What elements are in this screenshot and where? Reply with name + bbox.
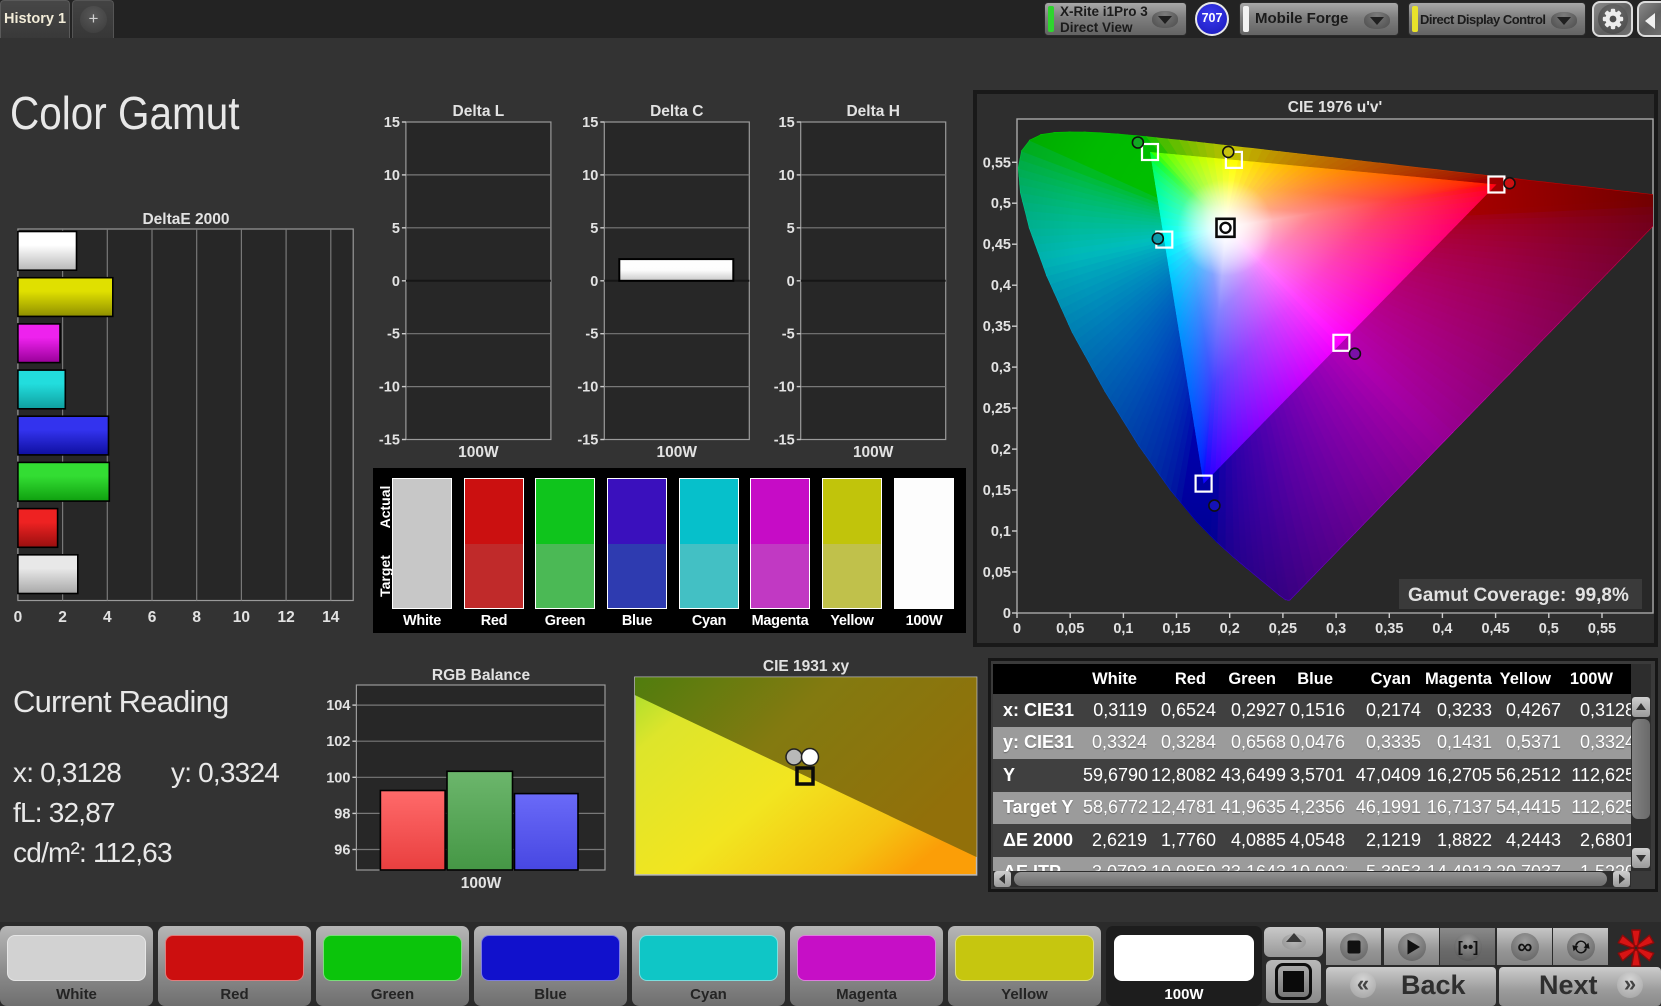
svg-text:-5: -5 xyxy=(782,327,795,343)
svg-text:14: 14 xyxy=(322,609,340,626)
svg-text:104: 104 xyxy=(326,698,350,714)
svg-text:-10: -10 xyxy=(774,380,795,396)
svg-text:-5: -5 xyxy=(585,327,598,343)
svg-text:0: 0 xyxy=(787,274,795,290)
svg-text:10: 10 xyxy=(582,168,598,184)
svg-text:100W: 100W xyxy=(853,444,894,461)
svg-text:[••]: [••] xyxy=(1457,939,1478,956)
svg-text:2: 2 xyxy=(58,609,67,626)
svg-text:5: 5 xyxy=(590,221,598,237)
svg-text:15: 15 xyxy=(582,115,598,131)
svg-text:-10: -10 xyxy=(379,380,400,396)
svg-text:Delta H: Delta H xyxy=(846,103,899,120)
svg-text:10: 10 xyxy=(233,609,250,626)
svg-text:15: 15 xyxy=(779,115,795,131)
svg-text:Delta C: Delta C xyxy=(650,103,703,120)
svg-text:5: 5 xyxy=(787,221,795,237)
svg-text:∞: ∞ xyxy=(1517,935,1532,958)
svg-text:15: 15 xyxy=(384,115,400,131)
svg-text:12: 12 xyxy=(277,609,294,626)
svg-text:Delta L: Delta L xyxy=(453,103,505,120)
svg-text:4: 4 xyxy=(103,609,112,626)
svg-text:-15: -15 xyxy=(774,433,795,449)
svg-text:6: 6 xyxy=(148,609,157,626)
svg-text:98: 98 xyxy=(334,806,350,822)
svg-text:0: 0 xyxy=(392,274,400,290)
svg-text:10: 10 xyxy=(779,168,795,184)
svg-text:CIE 1931 xy: CIE 1931 xy xyxy=(763,658,850,675)
svg-text:-5: -5 xyxy=(387,327,400,343)
svg-text:RGB Balance: RGB Balance xyxy=(432,667,531,684)
svg-text:-15: -15 xyxy=(379,433,400,449)
svg-text:5: 5 xyxy=(392,221,400,237)
svg-text:100W: 100W xyxy=(461,875,502,892)
svg-text:10: 10 xyxy=(384,168,400,184)
svg-text:-10: -10 xyxy=(577,380,598,396)
svg-text:96: 96 xyxy=(334,843,350,859)
svg-text:0: 0 xyxy=(590,274,598,290)
svg-text:0: 0 xyxy=(14,609,23,626)
svg-text:8: 8 xyxy=(192,609,201,626)
svg-text:102: 102 xyxy=(326,734,350,750)
svg-text:-15: -15 xyxy=(577,433,598,449)
svg-text:DeltaE 2000: DeltaE 2000 xyxy=(142,211,229,228)
svg-text:100: 100 xyxy=(326,770,350,786)
svg-text:100W: 100W xyxy=(657,444,698,461)
svg-text:100W: 100W xyxy=(458,444,499,461)
